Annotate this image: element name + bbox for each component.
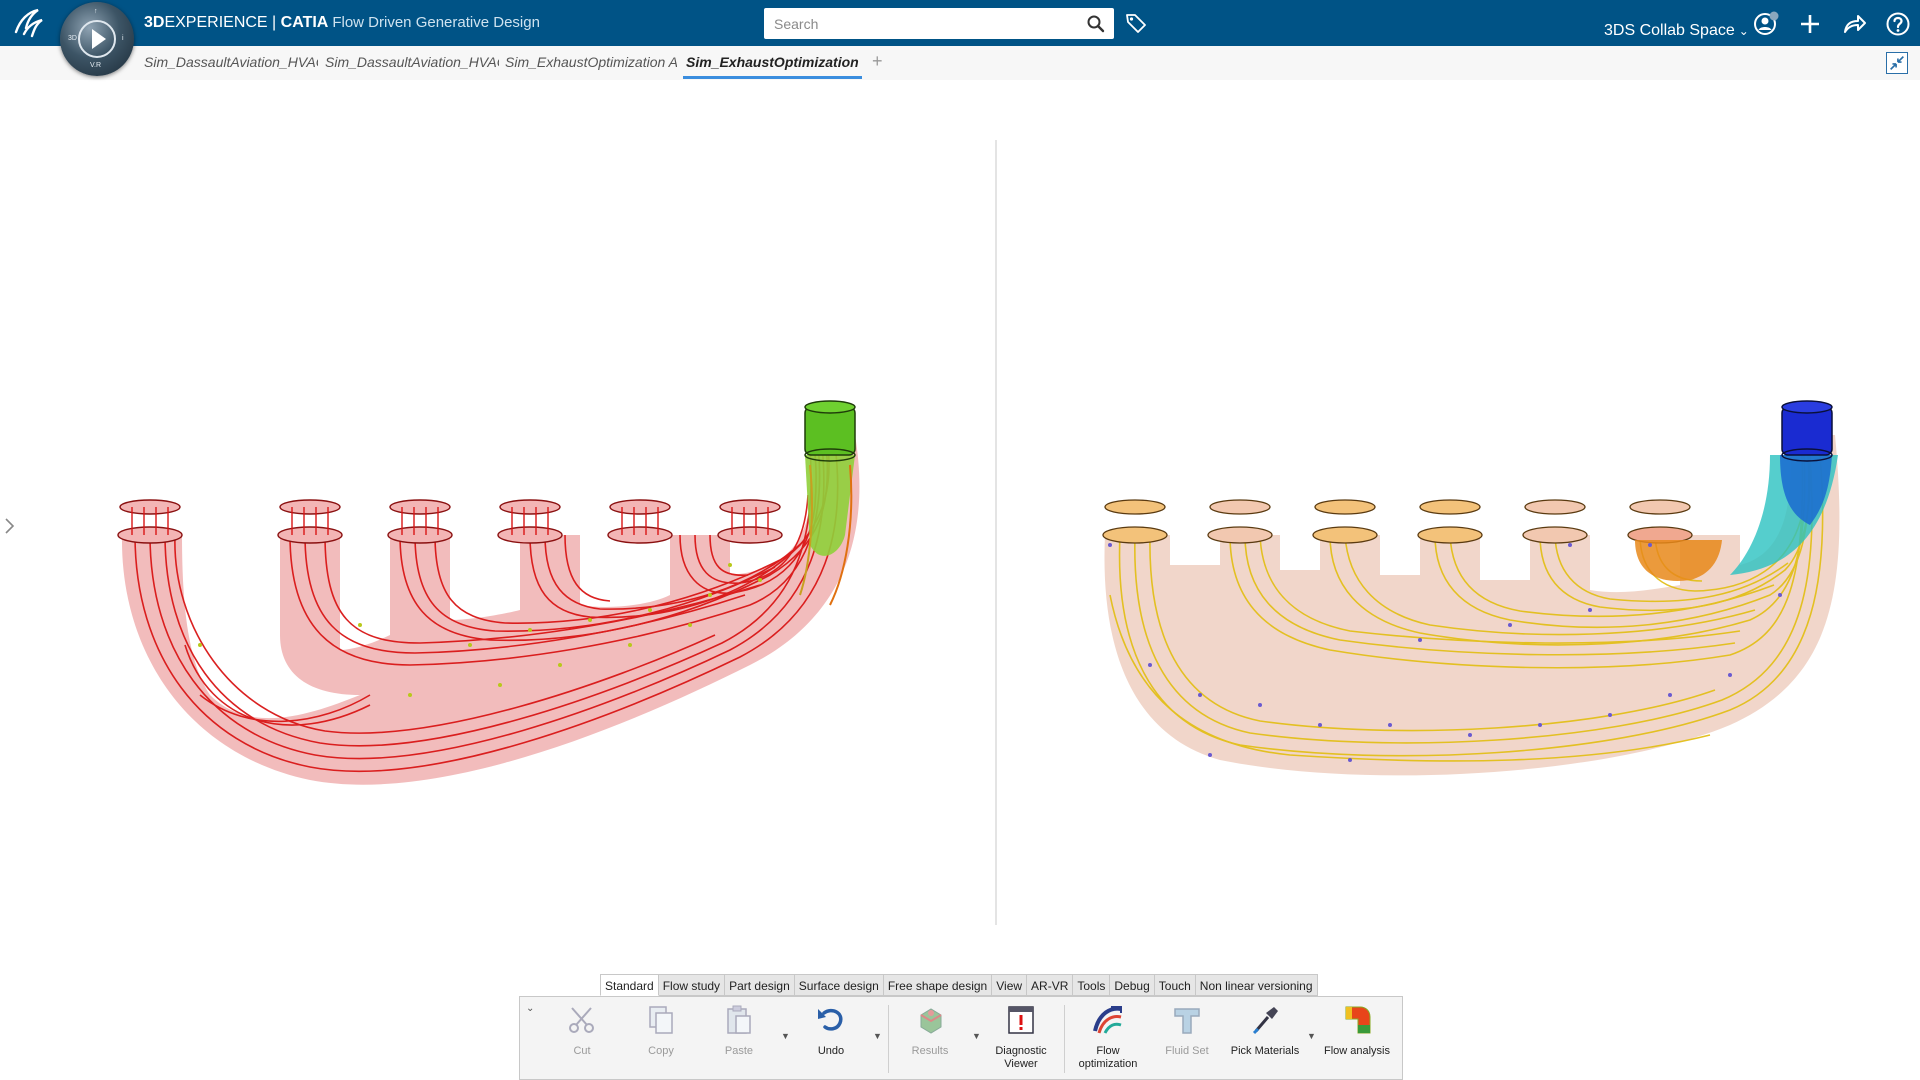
tab-surface-design[interactable]: Surface design (794, 974, 884, 996)
tag-icon[interactable] (1124, 11, 1148, 35)
paste-dropdown-icon[interactable]: ▼ (781, 1031, 790, 1041)
tab-sim-exhaust-optimization-a[interactable]: Sim_ExhaustOptimization A (505, 54, 677, 70)
active-tab-indicator (683, 76, 862, 79)
action-bar: ⌄ Cut Copy Paste ▼ Undo ▼ Results ▼ Diag… (519, 996, 1403, 1080)
undo-icon (818, 1008, 843, 1031)
action-bar-tabs: Standard Flow study Part design Surface … (600, 974, 1318, 996)
search-icon[interactable] (1086, 14, 1106, 34)
toolbar-separator (888, 1005, 889, 1073)
brand-rest: EXPERIENCE (164, 14, 268, 31)
compass-bottom-label: V.R (90, 62, 102, 69)
help-icon[interactable] (1884, 10, 1912, 38)
results-button[interactable]: Results (895, 1003, 965, 1058)
right-exhaust-model[interactable] (1090, 395, 1850, 795)
left-inlet-streaks (131, 507, 769, 535)
copy-label: Copy (648, 1045, 674, 1057)
compass-top-label: ↑ (94, 8, 98, 15)
tab-ar-vr[interactable]: AR-VR (1027, 974, 1074, 996)
copy-icon (649, 1006, 673, 1034)
toolbar-separator (1064, 1005, 1065, 1073)
tab-part-design[interactable]: Part design (725, 974, 795, 996)
flow-optimization-button[interactable]: Flow optimization (1073, 1003, 1143, 1071)
add-tab-button[interactable]: + (872, 51, 883, 72)
tab-standard[interactable]: Standard (600, 974, 659, 996)
collapse-view-icon[interactable] (1886, 52, 1908, 74)
compass-icon[interactable]: ↑ 3D i V.R (60, 2, 134, 76)
paste-button[interactable]: Paste (704, 1003, 774, 1058)
flow-analysis-icon (1345, 1006, 1371, 1034)
results-label: Results (911, 1045, 949, 1057)
ds-logo-icon[interactable] (12, 6, 48, 40)
collab-space-label: 3DS Collab Space (1604, 22, 1735, 39)
right-inlet-rings (1102, 499, 1693, 544)
document-tab-bar: Sim_DassaultAviation_HVAC Sim_DassaultAv… (0, 46, 1920, 81)
diagnostic-viewer-label: Diagnostic Viewer (995, 1045, 1047, 1070)
undo-label: Undo (817, 1045, 845, 1057)
tab-flow-study[interactable]: Flow study (658, 974, 726, 996)
tab-touch[interactable]: Touch (1154, 974, 1196, 996)
results-dropdown-icon[interactable]: ▼ (972, 1031, 981, 1041)
search-box (764, 8, 1114, 39)
tab-view[interactable]: View (992, 974, 1028, 996)
paste-label: Paste (724, 1045, 754, 1057)
pick-materials-icon (1252, 1007, 1278, 1035)
collapse-toolbar-icon[interactable]: ⌄ (526, 1003, 534, 1014)
plus-icon[interactable] (1796, 10, 1824, 38)
fluid-set-icon (1174, 1008, 1200, 1034)
diagnostic-icon (1008, 1006, 1034, 1034)
paste-icon (727, 1005, 751, 1034)
compass-left-label: 3D (68, 35, 77, 42)
fluid-set-button[interactable]: Fluid Set (1152, 1003, 1222, 1058)
brand-separator: | (267, 14, 281, 31)
left-exhaust-model[interactable] (110, 395, 870, 815)
cut-button[interactable]: Cut (547, 1003, 617, 1058)
search-input[interactable] (772, 14, 1076, 34)
undo-button[interactable]: Undo (796, 1003, 866, 1058)
compass-right-label: i (122, 35, 124, 42)
product-name: CATIA (280, 14, 329, 31)
collab-space-selector[interactable]: 3DS Collab Space ⌄ (1604, 22, 1749, 40)
tab-sim-exhaust-optimization[interactable]: Sim_ExhaustOptimization (686, 54, 862, 70)
flow-optimization-icon (1093, 1006, 1122, 1034)
split-view-divider[interactable] (995, 140, 997, 925)
left-pipe-shell (121, 435, 860, 785)
flow-analysis-button[interactable]: Flow analysis (1322, 1003, 1392, 1058)
tab-sim-dassault-hvac-2[interactable]: Sim_DassaultAviation_HVAC (325, 54, 499, 70)
user-icon[interactable] (1752, 10, 1780, 38)
flow-optimization-label: Flow optimization (1078, 1045, 1138, 1070)
scissors-icon (569, 1007, 594, 1033)
diagnostic-viewer-button[interactable]: Diagnostic Viewer (986, 1003, 1056, 1071)
top-bar: 3DEXPERIENCE | CATIA Flow Driven Generati… (0, 0, 1920, 46)
chevron-down-icon: ⌄ (1738, 24, 1749, 38)
share-icon[interactable] (1840, 10, 1868, 38)
fluid-set-label: Fluid Set (1165, 1045, 1209, 1057)
flow-analysis-label: Flow analysis (1323, 1045, 1391, 1057)
brand-bold: 3D (144, 14, 165, 31)
tab-sim-dassault-hvac-1[interactable]: Sim_DassaultAviation_HVAC (144, 54, 318, 70)
play-icon[interactable] (92, 29, 106, 49)
app-title: 3DEXPERIENCE | CATIA Flow Driven Generati… (144, 14, 540, 32)
results-icon (920, 1008, 942, 1034)
copy-button[interactable]: Copy (626, 1003, 696, 1058)
tab-free-shape-design[interactable]: Free shape design (883, 974, 993, 996)
pick-materials-dropdown-icon[interactable]: ▼ (1307, 1031, 1316, 1041)
app-name: Flow Driven Generative Design (332, 14, 540, 31)
panel-expand-arrow-icon[interactable] (3, 516, 17, 536)
pick-materials-label: Pick Materials (1230, 1045, 1300, 1057)
tab-debug[interactable]: Debug (1110, 974, 1155, 996)
undo-dropdown-icon[interactable]: ▼ (873, 1031, 882, 1041)
tab-non-linear-versioning[interactable]: Non linear versioning (1195, 974, 1318, 996)
tab-tools[interactable]: Tools (1073, 974, 1111, 996)
cut-label: Cut (573, 1045, 591, 1057)
pick-materials-button[interactable]: Pick Materials (1230, 1003, 1300, 1058)
